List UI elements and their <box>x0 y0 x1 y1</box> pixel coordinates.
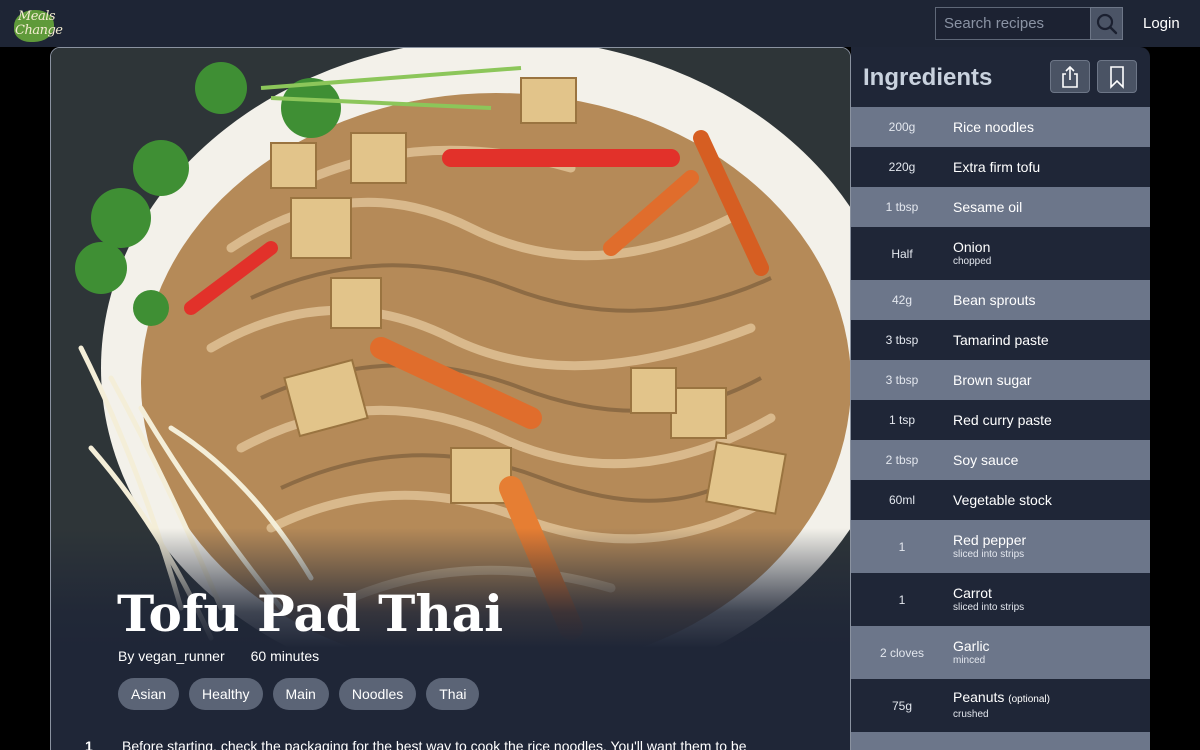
ingredient-optional: (optional) <box>1008 694 1050 705</box>
recipe-hero-image <box>51 48 850 648</box>
ingredient-note: sliced into strips <box>953 601 1025 613</box>
step-text: Before starting, check the packaging for… <box>122 738 747 750</box>
ingredient-note: minced <box>953 654 986 666</box>
recipe-author[interactable]: By vegan_runner <box>118 648 225 664</box>
ingredient-qty: 2 tbsp <box>885 453 919 467</box>
search-input[interactable] <box>935 7 1091 40</box>
ingredient-name: Bean sprouts <box>953 292 1036 308</box>
ingredients-panel: Ingredients 200g Rice noodles 220g Extra… <box>851 47 1150 750</box>
bookmark-button[interactable] <box>1097 60 1137 93</box>
ingredient-name: Brown sugar <box>953 372 1032 388</box>
ingredients-heading: Ingredients <box>863 64 993 91</box>
recipe-meta: By vegan_runner 60 minutes <box>118 648 319 664</box>
ingredient-qty: 3 tbsp <box>885 333 919 347</box>
ingredient-qty: 2 cloves <box>879 645 925 660</box>
ingredient-name-wrapper: Peanuts (optional) <box>953 689 1150 708</box>
site-logo[interactable]: Meals Change <box>12 6 63 44</box>
logo-text-line1: Meals <box>18 9 56 24</box>
ingredient-row: 75g Peanuts (optional) crushed <box>851 679 1150 732</box>
ingredient-row: Half Onion chopped <box>851 227 1150 280</box>
ingredient-name: Red curry paste <box>953 412 1052 428</box>
ingredient-qty: 1 <box>898 539 906 554</box>
ingredient-name: Garlic <box>953 637 990 654</box>
logo-text-line2: Change <box>15 23 63 38</box>
ingredient-qty: 75g <box>891 698 913 713</box>
ingredient-name: Rice noodles <box>953 119 1034 135</box>
ingredient-row <box>851 732 1150 750</box>
ingredient-qty: 60ml <box>888 493 915 507</box>
ingredient-row: 2 tbsp Soy sauce <box>851 440 1150 480</box>
ingredient-qty: 220g <box>888 160 916 174</box>
ingredient-note: chopped <box>953 255 992 267</box>
recipe-card: Tofu Pad Thai By vegan_runner 60 minutes … <box>50 47 851 750</box>
ingredient-name: Soy sauce <box>953 452 1019 468</box>
login-link[interactable]: Login <box>1143 15 1180 32</box>
share-icon <box>1062 65 1078 88</box>
ingredient-row: 3 tbsp Brown sugar <box>851 360 1150 400</box>
ingredient-name: Carrot <box>953 584 992 601</box>
share-button[interactable] <box>1050 60 1090 93</box>
ingredient-name: Peanuts <box>953 689 1005 705</box>
recipe-tags: Asian Healthy Main Noodles Thai <box>118 678 480 710</box>
ingredient-row: 42g Bean sprouts <box>851 280 1150 320</box>
ingredient-qty: 1 tsp <box>888 413 915 427</box>
ingredient-qty: 1 tbsp <box>885 200 919 214</box>
bookmark-icon <box>1110 65 1124 89</box>
ingredient-list: 200g Rice noodles 220g Extra firm tofu 1… <box>851 107 1150 750</box>
ingredient-name: Extra firm tofu <box>953 159 1041 175</box>
ingredient-row: 60ml Vegetable stock <box>851 480 1150 520</box>
tag-healthy[interactable]: Healthy <box>189 678 263 710</box>
ingredient-name: Sesame oil <box>953 199 1023 215</box>
ingredient-qty: Half <box>891 246 913 261</box>
search-icon <box>1096 13 1117 34</box>
ingredient-row: 1 tsp Red curry paste <box>851 400 1150 440</box>
step-number: 1 <box>85 738 93 750</box>
ingredient-row: 2 cloves Garlic minced <box>851 626 1150 679</box>
ingredient-note: sliced into strips <box>953 548 1025 560</box>
ingredient-name: Vegetable stock <box>953 492 1052 508</box>
ingredient-name: Red pepper <box>953 531 1027 548</box>
recipe-title: Tofu Pad Thai <box>117 584 504 643</box>
ingredient-name: Onion <box>953 238 991 255</box>
tag-thai[interactable]: Thai <box>426 678 480 710</box>
tag-main[interactable]: Main <box>272 678 329 710</box>
ingredient-row: 220g Extra firm tofu <box>851 147 1150 187</box>
ingredient-name: Tamarind paste <box>953 332 1049 348</box>
ingredient-row: 200g Rice noodles <box>851 107 1150 147</box>
ingredient-qty: 3 tbsp <box>885 373 919 387</box>
ingredient-qty: 42g <box>891 293 913 307</box>
ingredient-qty: 200g <box>888 120 916 134</box>
ingredient-row: 1 tbsp Sesame oil <box>851 187 1150 227</box>
tag-asian[interactable]: Asian <box>118 678 180 710</box>
search-button[interactable] <box>1090 7 1123 40</box>
ingredient-qty: 1 <box>898 592 906 607</box>
ingredient-row: 3 tbsp Tamarind paste <box>851 320 1150 360</box>
ingredient-row: 1 Carrot sliced into strips <box>851 573 1150 626</box>
ingredient-row: 1 Red pepper sliced into strips <box>851 520 1150 573</box>
tag-noodles[interactable]: Noodles <box>338 678 417 710</box>
method-step: 1 Before starting, check the packaging fo… <box>85 738 845 750</box>
recipe-duration: 60 minutes <box>250 648 320 664</box>
top-nav-bar: Meals Change Login <box>0 0 1200 47</box>
ingredient-note: crushed <box>953 709 989 720</box>
